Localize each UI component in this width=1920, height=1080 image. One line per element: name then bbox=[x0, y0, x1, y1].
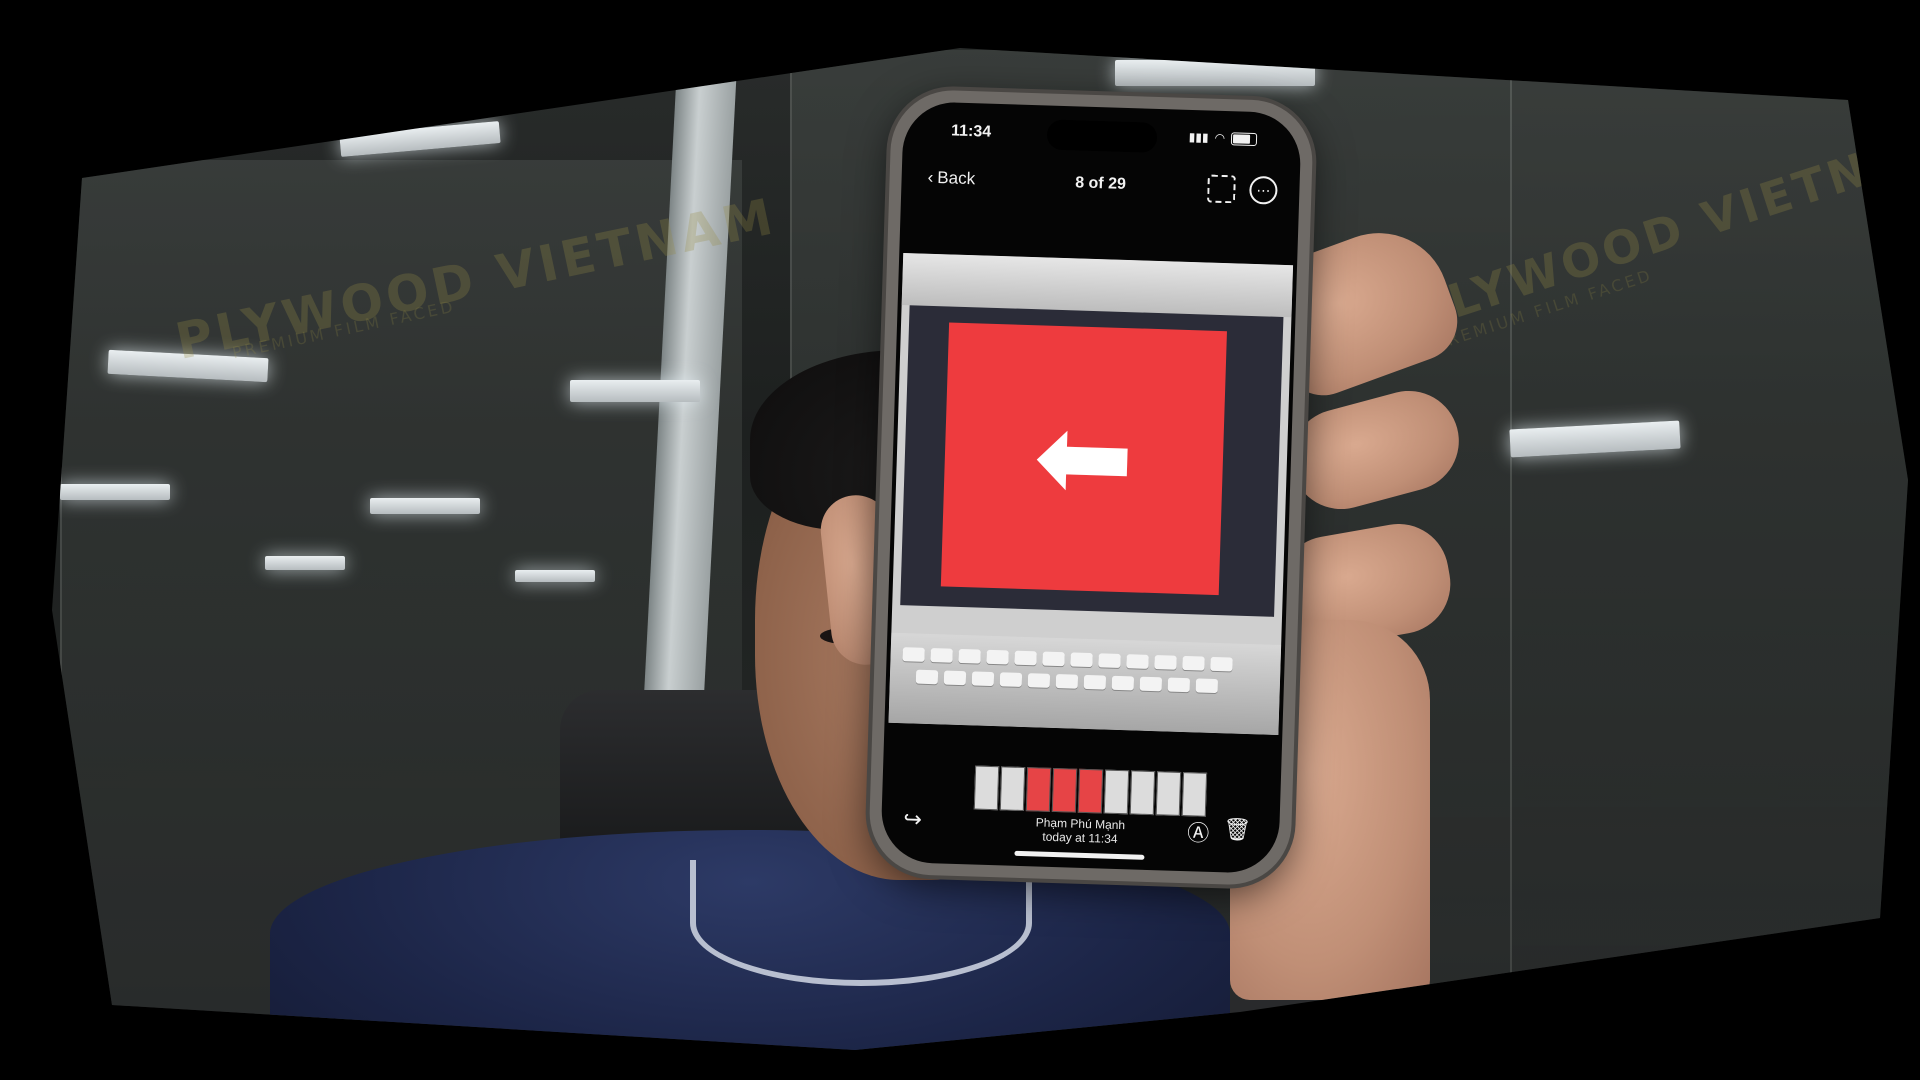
key bbox=[930, 648, 953, 663]
ceiling-light bbox=[1115, 60, 1315, 86]
thumbnail[interactable] bbox=[1155, 771, 1182, 816]
key bbox=[1014, 650, 1037, 666]
chevron-left-icon: ‹ bbox=[927, 167, 934, 187]
thumbnail-current[interactable] bbox=[1077, 768, 1104, 814]
thumbnail-strip[interactable] bbox=[973, 765, 1208, 817]
key bbox=[1167, 677, 1191, 693]
key bbox=[1027, 673, 1051, 688]
thumbnail[interactable] bbox=[1129, 770, 1156, 816]
share-icon[interactable]: ↪ bbox=[903, 806, 922, 833]
thumbnail[interactable] bbox=[1103, 769, 1130, 815]
key bbox=[1098, 653, 1121, 669]
ceiling-light bbox=[339, 121, 501, 157]
phone-screen: 11:34 ▮▮▮ ◠ ‹ Back 8 of 29 ⋯ ⬅ Phạm Phú … bbox=[880, 100, 1302, 875]
status-icons: ▮▮▮ ◠ bbox=[1189, 130, 1258, 146]
photo-nav-bar: ‹ Back 8 of 29 ⋯ bbox=[901, 159, 1300, 211]
key bbox=[915, 669, 939, 685]
live-text-icon[interactable] bbox=[1207, 174, 1236, 204]
key bbox=[1154, 655, 1177, 670]
ceiling-light bbox=[570, 380, 700, 402]
wifi-icon: ◠ bbox=[1214, 130, 1226, 146]
home-indicator bbox=[1014, 850, 1145, 860]
back-label: Back bbox=[937, 168, 976, 189]
key bbox=[1195, 678, 1219, 694]
photo-keyboard bbox=[888, 632, 1282, 736]
photo-scene: PLYWOOD VIETNAM PREMIUM FILM FACED PLYWO… bbox=[0, 0, 1920, 1080]
key bbox=[1111, 675, 1135, 691]
key bbox=[971, 671, 995, 687]
ceiling-light bbox=[370, 498, 480, 514]
signal-icon: ▮▮▮ bbox=[1188, 129, 1209, 145]
markup-icon[interactable]: Ⓐ bbox=[1187, 815, 1210, 848]
key bbox=[1182, 655, 1205, 671]
arrow-left-icon: ⬅ bbox=[1031, 387, 1137, 530]
nav-actions: ⋯ bbox=[1207, 174, 1278, 205]
status-time: 11:34 bbox=[950, 122, 992, 141]
thumbnail[interactable] bbox=[1051, 767, 1078, 813]
thumbnail[interactable] bbox=[1025, 767, 1052, 812]
key bbox=[1126, 654, 1149, 669]
thumbnail[interactable] bbox=[1181, 772, 1208, 817]
key bbox=[958, 648, 981, 664]
dynamic-island bbox=[1046, 119, 1158, 153]
back-button[interactable]: ‹ Back bbox=[927, 168, 975, 189]
key bbox=[986, 649, 1009, 665]
photo-counter: 8 of 29 bbox=[1074, 174, 1127, 193]
photo-owner-info: Phạm Phú Mạnh today at 11:34 bbox=[881, 811, 1280, 851]
thumbnail[interactable] bbox=[999, 766, 1026, 812]
key bbox=[1139, 676, 1163, 692]
key bbox=[999, 672, 1023, 687]
thumbnail[interactable] bbox=[973, 765, 1000, 811]
key bbox=[902, 647, 925, 662]
more-icon[interactable]: ⋯ bbox=[1248, 175, 1278, 205]
person-collar bbox=[690, 860, 1032, 986]
ceiling-light bbox=[265, 556, 345, 570]
iphone: 11:34 ▮▮▮ ◠ ‹ Back 8 of 29 ⋯ ⬅ Phạm Phú … bbox=[867, 88, 1315, 887]
key bbox=[1083, 674, 1107, 690]
key bbox=[1070, 652, 1093, 668]
battery-icon bbox=[1230, 131, 1258, 146]
key bbox=[1055, 673, 1079, 689]
key bbox=[1210, 656, 1233, 672]
ceiling-light bbox=[515, 570, 595, 582]
viewed-photo[interactable]: ⬅ bbox=[888, 252, 1294, 736]
red-arrow-card: ⬅ bbox=[940, 322, 1227, 596]
key bbox=[1042, 651, 1065, 667]
key bbox=[943, 670, 967, 686]
photo-monitor: ⬅ bbox=[900, 305, 1284, 617]
ceiling-light bbox=[60, 484, 170, 500]
trash-icon[interactable]: 🗑 bbox=[1223, 816, 1252, 843]
